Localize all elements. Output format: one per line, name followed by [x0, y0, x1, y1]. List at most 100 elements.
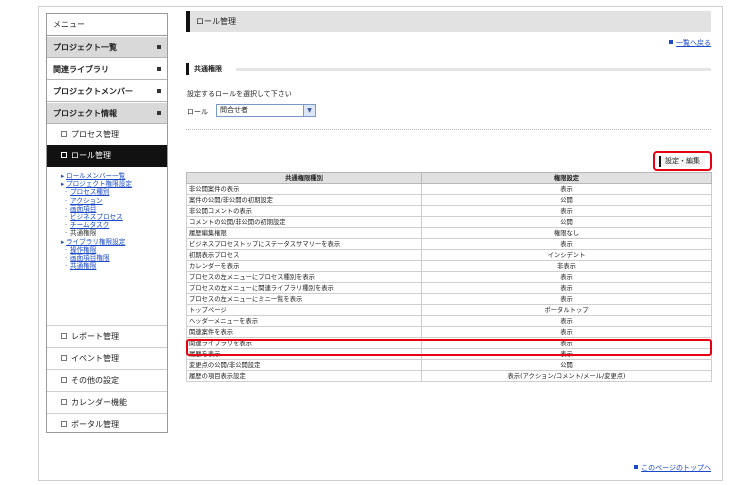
permission-value-cell: 表示 [421, 238, 712, 250]
table-row: 関連ライブラリを表示 表示 [186, 337, 712, 349]
edit-settings-button[interactable]: 設定・編集 [659, 156, 705, 167]
table-row: プロセスの左メニューに関連ライブラリ種別を表示 表示 [186, 282, 712, 294]
sidebar-item-label: プロジェクト情報 [53, 109, 117, 118]
sidebar-item-other-settings[interactable]: その他の設定 [47, 369, 167, 390]
section-bar [186, 63, 189, 75]
table-row: カレンダーを表示 非表示 [186, 260, 712, 272]
permission-value-cell: 公開 [421, 216, 712, 228]
permission-value-cell: インシデント [421, 249, 712, 261]
back-to-list-link[interactable]: 一覧へ戻る [669, 38, 711, 48]
section-header: 共通権限 [186, 62, 711, 76]
sidebar-menu-header: メニュー [47, 14, 167, 36]
square-icon [157, 67, 161, 71]
sidebar-item-report-management[interactable]: レポート管理 [47, 325, 167, 346]
table-header-row: 共通権限種別 権限設定 [186, 172, 712, 184]
dotted-divider [186, 129, 711, 130]
sidebar-link-operation-permission[interactable]: · 操作権限 [61, 246, 132, 254]
sidebar-link-screen-item-permission[interactable]: · 画面項目権限 [61, 254, 132, 262]
sidebar-item-role-management[interactable]: ロール管理 [47, 145, 167, 167]
table-row: 関連案件を表示 表示 [186, 326, 712, 338]
permission-type-cell: トップページ [186, 304, 422, 316]
sidebar-link-library-common-permission[interactable]: · 共通権限 [61, 262, 132, 270]
permission-value-cell: 公開 [421, 359, 712, 371]
sidebar-link-action[interactable]: · アクション [61, 197, 132, 205]
square-icon [634, 465, 639, 469]
sidebar-item-label: ポータル管理 [71, 420, 119, 429]
permission-value-cell: 権限なし [421, 227, 712, 239]
permission-type-cell: 非公開コメントの表示 [186, 205, 422, 217]
sidebar-item-label: 関連ライブラリ [53, 65, 109, 74]
sidebar-item-calendar[interactable]: カレンダー機能 [47, 391, 167, 412]
table-row: プロセスの左メニューにプロセス種別を表示 表示 [186, 271, 712, 283]
permission-type-cell: 履歴の項目表示設定 [186, 370, 422, 382]
permission-value-cell: ポータルトップ [421, 304, 712, 316]
sidebar: メニュー プロジェクト一覧 関連ライブラリ プロジェクトメンバー プロジェクト情… [46, 13, 168, 433]
sidebar-item-related-library[interactable]: 関連ライブラリ [47, 59, 167, 80]
table-row: トップページ ポータルトップ [186, 304, 712, 316]
page-title: ロール管理 [186, 11, 711, 32]
sidebar-sublinks: ▸ ロールメンバー一覧 ▸ プロジェクト権限設定 · プロセス種別 · アクション · 画… [61, 172, 132, 270]
permission-value-cell: 表示 [421, 282, 712, 294]
table-row: コメントの公開/非公開の初期設定 公開 [186, 216, 712, 228]
sidebar-link-screen-item[interactable]: · 画面項目 [61, 205, 132, 213]
permission-type-cell: 関連ライブラリを表示 [186, 337, 422, 349]
sidebar-item-label: プロジェクトメンバー [53, 87, 133, 96]
permission-type-cell: カレンダーを表示 [186, 260, 422, 272]
sidebar-item-label: その他の設定 [71, 376, 119, 385]
permission-type-cell: ビジネスプロセストップにステータスサマリーを表示 [186, 238, 422, 250]
permission-value-cell: 表示 [421, 205, 712, 217]
sidebar-item-label: カレンダー機能 [71, 398, 127, 407]
permission-value-cell: 表示 [421, 183, 712, 195]
permission-type-cell: 履歴編集権限 [186, 227, 422, 239]
permission-value-cell: 非表示 [421, 260, 712, 272]
page-top-link[interactable]: このページのトップへ [634, 463, 711, 473]
sidebar-item-project-member[interactable]: プロジェクトメンバー [47, 81, 167, 102]
sidebar-item-project-list[interactable]: プロジェクト一覧 [47, 37, 167, 58]
permission-table: 共通権限種別 権限設定 非公開案件の表示 表示 案件の公開/非公開の初期設定 公開 非公… [186, 172, 712, 382]
square-icon [669, 40, 673, 44]
chevron-down-icon[interactable]: ▼ [303, 105, 315, 116]
square-icon [157, 89, 161, 93]
role-select-value: 問合せ者 [220, 106, 248, 114]
permission-value-cell: 表示 [421, 337, 712, 349]
table-header: 共通権限種別 [186, 172, 422, 184]
permission-type-cell: 関連案件を表示 [186, 326, 422, 338]
table-row: 非公開コメントの表示 表示 [186, 205, 712, 217]
sidebar-item-project-info[interactable]: プロジェクト情報 [47, 103, 167, 124]
sidebar-link-process-type[interactable]: · プロセス種別 [61, 188, 132, 196]
table-row: 変更点の公開/非公開設定 公開 [186, 359, 712, 371]
square-icon [61, 151, 67, 158]
table-row: ヘッダーメニューを表示 表示 [186, 315, 712, 327]
square-icon [157, 45, 161, 49]
sidebar-link-business-process[interactable]: · ビジネスプロセス [61, 213, 132, 221]
sidebar-item-label: プロセス管理 [71, 130, 119, 139]
table-row: 案件の公開/非公開の初期設定 公開 [186, 194, 712, 206]
square-icon [61, 130, 67, 137]
square-icon [157, 111, 161, 115]
table-row: 履歴編集権限 権限なし [186, 227, 712, 239]
permission-value-cell: 表示 [421, 293, 712, 305]
sidebar-link-library-permission[interactable]: ▸ ライブラリ権限設定 [61, 238, 132, 246]
role-description: 設定するロールを選択して下さい [187, 90, 292, 98]
table-row: 初期表示プロセス インシデント [186, 249, 712, 261]
sidebar-item-portal-management[interactable]: ポータル管理 [47, 413, 167, 434]
role-label: ロール [187, 108, 208, 116]
permission-type-cell: 案件の公開/非公開の初期設定 [186, 194, 422, 206]
table-row: 非公開案件の表示 表示 [186, 183, 712, 195]
sidebar-item-process-management[interactable]: プロセス管理 [47, 124, 167, 145]
table-row: 履歴を表示 表示 [186, 348, 712, 360]
section-title: 共通権限 [194, 65, 222, 73]
permission-type-cell: コメントの公開/非公開の初期設定 [186, 216, 422, 228]
permission-value-cell: 表示 [421, 326, 712, 338]
role-select[interactable]: 問合せ者 ▼ [216, 104, 316, 117]
permission-type-cell: プロセスの左メニューに関連ライブラリ種別を表示 [186, 282, 422, 294]
square-icon [61, 354, 67, 361]
permission-type-cell: 非公開案件の表示 [186, 183, 422, 195]
sidebar-item-event-management[interactable]: イベント管理 [47, 347, 167, 368]
table-row: ビジネスプロセストップにステータスサマリーを表示 表示 [186, 238, 712, 250]
sidebar-item-label: イベント管理 [71, 354, 119, 363]
sidebar-link-role-members[interactable]: ▸ ロールメンバー一覧 [61, 172, 132, 180]
square-icon [61, 398, 67, 405]
table-header: 権限設定 [421, 172, 712, 184]
permission-type-cell: 履歴を表示 [186, 348, 422, 360]
